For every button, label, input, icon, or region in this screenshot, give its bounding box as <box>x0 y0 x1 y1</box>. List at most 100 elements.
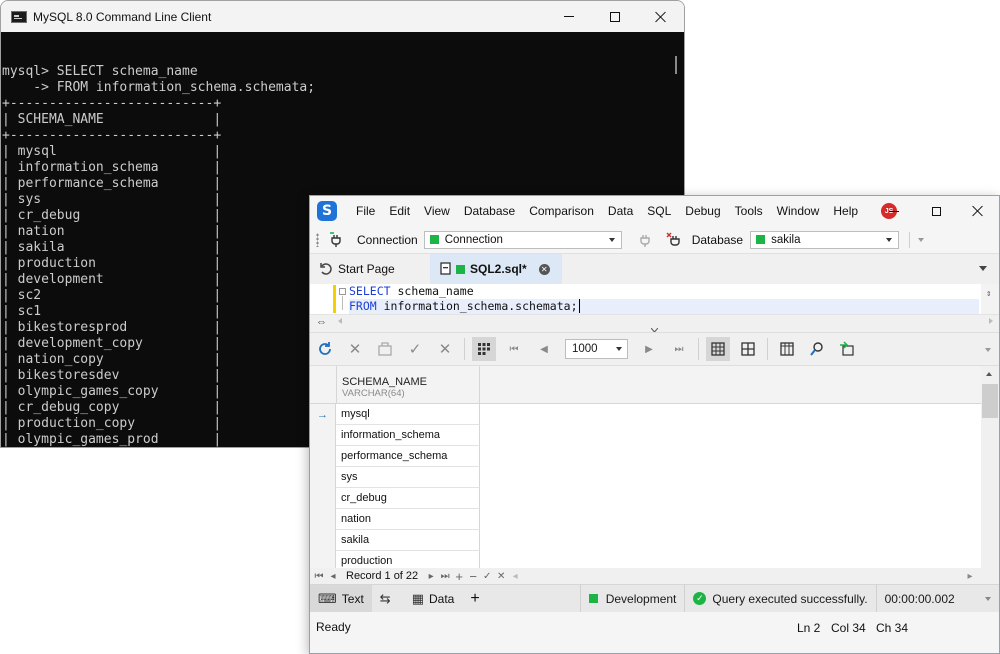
disconnect-icon[interactable] <box>638 232 654 248</box>
new-connection-icon[interactable] <box>329 231 345 248</box>
scroll-left-icon[interactable]: ◂ <box>508 571 522 582</box>
table-row[interactable]: production <box>310 551 981 568</box>
status-bar: Ready Ln 2 Col 34 Ch 34 <box>310 612 999 642</box>
connection-select[interactable]: Connection <box>423 230 622 249</box>
maximize-button[interactable] <box>592 1 638 32</box>
sql-keyword: SELECT <box>349 284 391 298</box>
rollback-icon[interactable]: ✕ <box>433 337 457 361</box>
connection-label: Connection <box>357 232 418 247</box>
disconnect-all-icon[interactable] <box>666 232 682 248</box>
editor-horizontal-scrollbar[interactable]: ⇔ <box>310 314 999 332</box>
database-value: sakila <box>771 233 801 246</box>
toolbar-overflow-icon[interactable] <box>918 237 925 242</box>
previous-page-icon[interactable]: ◀ <box>532 337 556 361</box>
add-tab-icon[interactable]: + <box>462 585 487 613</box>
table-cell[interactable]: cr_debug <box>336 488 480 509</box>
console-title-bar[interactable]: MySQL 8.0 Command Line Client <box>1 1 684 32</box>
add-record-icon[interactable]: + <box>452 569 466 584</box>
cancel-query-icon[interactable]: ✕ <box>343 337 367 361</box>
find-icon[interactable] <box>805 337 829 361</box>
close-button[interactable] <box>957 196 999 226</box>
scroll-right-icon[interactable] <box>989 318 993 324</box>
tab-sql2[interactable]: SQL2.sql* ✕ <box>430 254 562 284</box>
close-button[interactable] <box>638 1 684 32</box>
last-page-icon[interactable]: ⏭ <box>667 337 691 361</box>
minimize-icon <box>564 16 574 17</box>
menu-data[interactable]: Data <box>601 204 640 218</box>
commit-icon[interactable]: ✓ <box>403 337 427 361</box>
table-cell[interactable]: performance_schema <box>336 446 480 467</box>
columns-icon[interactable] <box>775 337 799 361</box>
tab-start-page[interactable]: Start Page <box>310 254 430 284</box>
first-page-icon[interactable]: ⏮ <box>502 337 526 361</box>
editor-vertical-scrollbar[interactable]: ⇕ <box>981 284 999 314</box>
menu-view[interactable]: View <box>417 204 457 218</box>
export-icon[interactable] <box>835 337 859 361</box>
toolbar-overflow-icon[interactable] <box>985 348 991 352</box>
table-row[interactable]: nation <box>310 509 981 530</box>
switch-view-button[interactable]: ⇆ <box>372 585 404 613</box>
menu-tools[interactable]: Tools <box>728 204 770 218</box>
first-record-icon[interactable]: ⏮ <box>312 571 326 582</box>
scroll-left-icon[interactable] <box>338 318 342 324</box>
maximize-button[interactable] <box>915 196 957 226</box>
table-cell[interactable]: information_schema <box>336 425 480 446</box>
tabs-dropdown-icon[interactable] <box>979 266 987 271</box>
paginate-icon[interactable] <box>472 337 496 361</box>
console-scrollbar-thumb[interactable] <box>675 56 677 74</box>
cancel-edit-icon[interactable]: ✕ <box>494 571 508 582</box>
minimize-icon <box>889 210 899 212</box>
editor-line-1: SELECT schema_name <box>349 284 474 299</box>
last-record-icon[interactable]: ⏭ <box>438 571 452 582</box>
table-row[interactable]: → mysql <box>310 404 981 425</box>
tab-data[interactable]: ▦ Data <box>404 585 463 613</box>
tab-text[interactable]: ⌨ Text <box>310 584 372 613</box>
table-row[interactable]: performance_schema <box>310 446 981 467</box>
scroll-up-icon[interactable] <box>986 372 992 376</box>
grid-view-icon[interactable] <box>706 337 730 361</box>
menu-window[interactable]: Window <box>770 204 827 218</box>
close-icon <box>655 11 667 23</box>
menu-help[interactable]: Help <box>826 204 865 218</box>
split-editor-icon[interactable]: ⇕ <box>986 287 991 302</box>
refresh-icon[interactable] <box>313 337 337 361</box>
tab-close-icon[interactable]: ✕ <box>538 263 550 275</box>
table-cell[interactable]: mysql <box>336 404 480 425</box>
apply-changes-icon[interactable] <box>373 337 397 361</box>
minimize-button[interactable] <box>873 196 915 226</box>
row-limit-select[interactable]: 1000 <box>565 339 628 359</box>
scroll-right-icon[interactable]: ▸ <box>963 571 977 582</box>
column-header[interactable]: SCHEMA_NAME VARCHAR(64) <box>336 366 480 404</box>
table-row[interactable]: cr_debug <box>310 488 981 509</box>
menu-comparison[interactable]: Comparison <box>522 204 601 218</box>
table-cell[interactable]: sakila <box>336 530 480 551</box>
chevron-down-icon <box>608 237 615 242</box>
status-overflow-icon[interactable] <box>985 597 991 601</box>
table-row[interactable]: sys <box>310 467 981 488</box>
table-row[interactable]: information_schema <box>310 425 981 446</box>
scrollbar-thumb[interactable] <box>982 384 998 418</box>
split-horizontal-icon[interactable]: ⇔ <box>316 316 327 328</box>
menu-database[interactable]: Database <box>457 204 522 218</box>
card-view-icon[interactable] <box>736 337 760 361</box>
database-select[interactable]: sakila <box>750 230 900 249</box>
table-cell[interactable]: production <box>336 551 480 568</box>
sql-editor[interactable]: SELECT schema_name FROM information_sche… <box>310 284 999 314</box>
menu-file[interactable]: File <box>349 204 382 218</box>
menu-edit[interactable]: Edit <box>382 204 417 218</box>
table-cell[interactable]: nation <box>336 509 480 530</box>
table-cell[interactable]: sys <box>336 467 480 488</box>
post-edit-icon[interactable]: ✓ <box>480 571 494 582</box>
delete-record-icon[interactable]: − <box>466 569 480 584</box>
next-page-icon[interactable]: ▶ <box>637 337 661 361</box>
menu-debug[interactable]: Debug <box>678 204 727 218</box>
grid-vertical-scrollbar[interactable] <box>981 366 999 568</box>
next-record-icon[interactable]: ▸ <box>424 571 438 582</box>
console-line: | SCHEMA_NAME | <box>2 112 222 127</box>
previous-record-icon[interactable]: ◂ <box>326 571 340 582</box>
minimize-button[interactable] <box>546 1 592 32</box>
table-row[interactable]: sakila <box>310 530 981 551</box>
fold-toggle-icon[interactable] <box>339 288 346 295</box>
menu-sql[interactable]: SQL <box>640 204 678 218</box>
toolbar-grip[interactable] <box>316 232 319 247</box>
